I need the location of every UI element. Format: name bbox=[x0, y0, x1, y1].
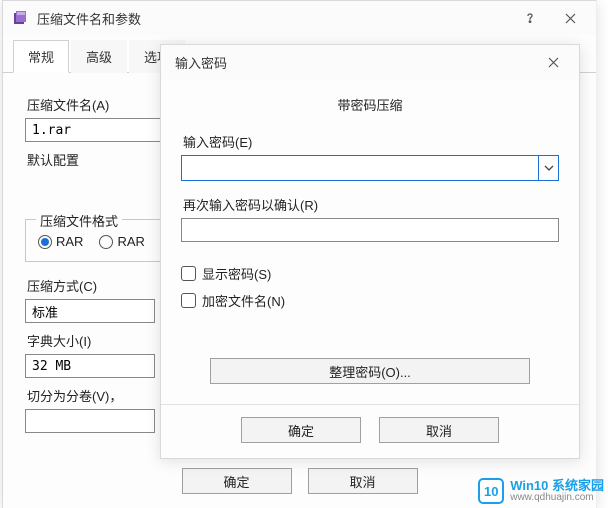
close-button[interactable] bbox=[550, 4, 590, 32]
pw-titlebar: 输入密码 bbox=[161, 45, 579, 79]
watermark-line1: Win10 系统家园 bbox=[510, 479, 604, 493]
encrypt-names-label: 加密文件名(N) bbox=[202, 291, 285, 310]
pw-enter-combo[interactable] bbox=[181, 155, 559, 181]
format-radio-rar[interactable]: RAR bbox=[38, 234, 83, 249]
password-dialog: 输入密码 带密码压缩 输入密码(E) 再次输入密码以确认(R) 显示密码(S) … bbox=[160, 44, 580, 459]
pw-enter-label: 输入密码(E) bbox=[183, 132, 559, 151]
encrypt-names-checkbox[interactable]: 加密文件名(N) bbox=[181, 291, 559, 310]
pw-body: 带密码压缩 输入密码(E) 再次输入密码以确认(R) 显示密码(S) 加密文件名… bbox=[161, 79, 579, 394]
main-window-title: 压缩文件名和参数 bbox=[37, 9, 510, 28]
format-option-label: RAR bbox=[56, 234, 83, 249]
watermark-line2: www.qdhuajin.com bbox=[510, 493, 604, 504]
checkbox-box-icon bbox=[181, 266, 196, 281]
radio-dot-icon bbox=[99, 235, 113, 249]
watermark: 10 Win10 系统家园 www.qdhuajin.com bbox=[478, 478, 604, 504]
watermark-text: Win10 系统家园 www.qdhuajin.com bbox=[510, 479, 604, 503]
dict-select[interactable] bbox=[25, 354, 155, 378]
main-ok-button[interactable]: 确定 bbox=[182, 468, 292, 494]
app-icon bbox=[11, 9, 29, 27]
pw-close-button[interactable] bbox=[533, 48, 573, 76]
pw-confirm-label: 再次输入密码以确认(R) bbox=[183, 195, 559, 214]
pw-ok-button[interactable]: 确定 bbox=[241, 417, 361, 443]
method-select[interactable] bbox=[25, 299, 155, 323]
help-button[interactable] bbox=[510, 4, 550, 32]
format-radio-rar4[interactable]: RAR bbox=[99, 234, 144, 249]
format-legend: 压缩文件格式 bbox=[36, 211, 122, 230]
pw-heading: 带密码压缩 bbox=[181, 95, 559, 114]
main-cancel-button[interactable]: 取消 bbox=[308, 468, 418, 494]
tab-general[interactable]: 常规 bbox=[13, 40, 69, 73]
radio-dot-icon bbox=[38, 235, 52, 249]
pw-window-title: 输入密码 bbox=[169, 53, 533, 72]
show-password-checkbox[interactable]: 显示密码(S) bbox=[181, 264, 559, 283]
pw-dropdown-button[interactable] bbox=[538, 156, 558, 180]
pw-enter-input[interactable] bbox=[182, 156, 538, 180]
pw-cancel-button[interactable]: 取消 bbox=[379, 417, 499, 443]
main-titlebar: 压缩文件名和参数 bbox=[3, 1, 596, 35]
format-option-label: RAR bbox=[117, 234, 144, 249]
tab-advanced[interactable]: 高级 bbox=[71, 40, 127, 73]
checkbox-box-icon bbox=[181, 293, 196, 308]
pw-confirm-input[interactable] bbox=[181, 218, 559, 242]
watermark-logo: 10 bbox=[478, 478, 504, 504]
show-password-label: 显示密码(S) bbox=[202, 264, 271, 283]
split-input[interactable] bbox=[25, 409, 155, 433]
pw-dialog-buttons: 确定 取消 bbox=[161, 404, 579, 457]
organize-passwords-button[interactable]: 整理密码(O)... bbox=[210, 358, 530, 384]
